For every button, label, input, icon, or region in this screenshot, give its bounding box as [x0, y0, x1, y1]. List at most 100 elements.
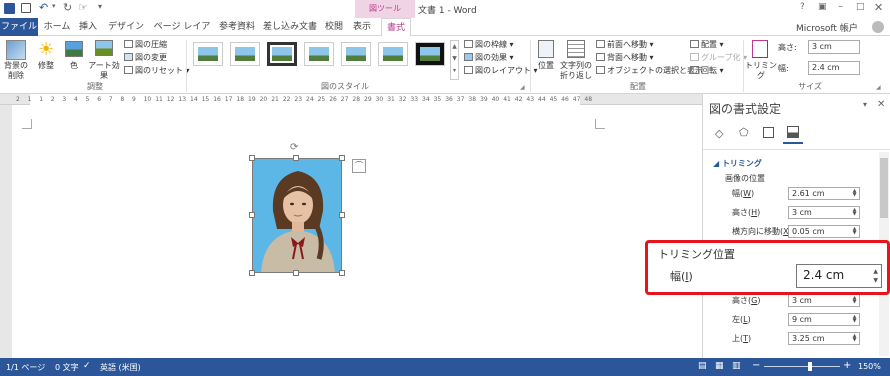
proofing-icon[interactable]: ✓: [83, 361, 91, 371]
style-thumbnail-2[interactable]: [230, 42, 260, 66]
account-name[interactable]: Microsoft 帳户: [796, 21, 858, 34]
tab-insert[interactable]: 挿入: [76, 18, 100, 36]
word-count[interactable]: 0 文字: [55, 362, 79, 373]
layout-options-icon[interactable]: ⌒: [352, 159, 366, 173]
wrap-text-button[interactable]: 文字列の 折り返し: [556, 61, 596, 81]
group-objects-button[interactable]: グループ化 ▾: [690, 52, 747, 64]
undo-dropdown-icon[interactable]: ▾: [52, 2, 56, 10]
avatar[interactable]: [872, 21, 884, 33]
close-icon[interactable]: ✕: [874, 1, 883, 14]
pane-offset-x-input[interactable]: 0.05 cm ▲ ▼: [788, 225, 860, 238]
remove-background-button[interactable]: 背景の 削除: [2, 61, 30, 81]
styles-dialog-launcher-icon[interactable]: ◢: [520, 84, 525, 91]
resize-handle[interactable]: [249, 212, 255, 218]
spinner-icon[interactable]: ▲ ▼: [851, 296, 858, 305]
resize-handle[interactable]: [293, 270, 299, 276]
zoom-slider-thumb[interactable]: [808, 362, 812, 371]
layout-properties-icon[interactable]: [763, 127, 774, 138]
picture-effects-button[interactable]: 図の効果 ▾: [464, 52, 514, 64]
callout-width-input[interactable]: 2.4 cm ▲ ▼: [796, 264, 882, 288]
send-backward-button[interactable]: 背面へ移動 ▾: [596, 52, 654, 64]
resize-handle[interactable]: [249, 155, 255, 161]
word-icon[interactable]: [4, 3, 15, 14]
spinner-icon[interactable]: ▲ ▼: [851, 227, 858, 236]
corrections-button[interactable]: 修整: [33, 61, 59, 71]
zoom-level[interactable]: 150%: [858, 362, 881, 371]
artistic-effects-button[interactable]: アート効果: [86, 61, 122, 81]
zoom-in-icon[interactable]: +: [843, 360, 851, 371]
resize-handle[interactable]: [293, 155, 299, 161]
read-mode-icon[interactable]: ▤: [698, 361, 707, 371]
selection-pane-button[interactable]: オブジェクトの選択と表示: [596, 65, 703, 77]
ribbon-display-icon[interactable]: ▣: [818, 2, 827, 12]
tab-file[interactable]: ファイル: [0, 18, 38, 36]
style-thumbnail-4[interactable]: [304, 42, 334, 66]
spinner-icon[interactable]: ▲ ▼: [851, 189, 858, 198]
selected-picture[interactable]: [252, 158, 342, 273]
spinner-icon[interactable]: ▲ ▼: [851, 334, 858, 343]
tab-view[interactable]: 表示: [350, 18, 374, 36]
tab-review[interactable]: 校閲: [322, 18, 346, 36]
tab-page-layout[interactable]: ページ レイアウト: [152, 18, 212, 50]
bring-forward-button[interactable]: 前面へ移動 ▾: [596, 39, 654, 51]
rotate-handle-icon[interactable]: ⟳: [290, 142, 298, 153]
tab-design[interactable]: デザイン: [106, 18, 146, 36]
language-indicator[interactable]: 英語 (米国): [100, 362, 141, 373]
align-button[interactable]: 配置 ▾: [690, 39, 724, 51]
style-thumbnail-1[interactable]: [193, 42, 223, 66]
resize-handle[interactable]: [339, 270, 345, 276]
pane-left-input[interactable]: 9 cm ▲ ▼: [788, 313, 860, 326]
fill-line-icon[interactable]: ◇: [715, 127, 723, 140]
compress-pictures-button[interactable]: 図の圧縮: [124, 39, 167, 51]
style-thumbnail-5[interactable]: [341, 42, 371, 66]
crop-button[interactable]: トリミング: [745, 61, 777, 81]
redo-icon[interactable]: ↻: [63, 1, 72, 14]
tab-home[interactable]: ホーム: [42, 18, 72, 36]
undo-icon[interactable]: ↶: [39, 1, 48, 14]
web-layout-icon[interactable]: ▥: [732, 361, 741, 371]
minimize-icon[interactable]: –: [838, 1, 843, 12]
picture-border-button[interactable]: 図の枠線 ▾: [464, 39, 514, 51]
reset-picture-button[interactable]: 図のリセット ▾: [124, 65, 190, 77]
help-icon[interactable]: ?: [800, 2, 805, 12]
style-thumbnail-7[interactable]: [415, 42, 445, 66]
color-button[interactable]: 色: [62, 61, 86, 71]
spinner-icon[interactable]: ▲ ▼: [851, 315, 858, 324]
zoom-out-icon[interactable]: −: [752, 360, 760, 371]
document-canvas[interactable]: ⟳ ⌒: [12, 105, 702, 358]
pane-height-input[interactable]: 3 cm ▲ ▼: [788, 206, 860, 219]
touch-mode-icon[interactable]: ☞: [78, 1, 88, 14]
crop-section-header[interactable]: ◢ トリミング: [713, 158, 762, 169]
save-icon[interactable]: [21, 3, 31, 13]
tab-format[interactable]: 書式: [381, 18, 411, 37]
effects-icon[interactable]: ⬠: [739, 126, 749, 139]
maximize-icon[interactable]: □: [856, 2, 865, 12]
style-thumbnail-3[interactable]: [267, 42, 297, 66]
pane-scrollbar-thumb[interactable]: [880, 158, 888, 218]
style-thumbnail-6[interactable]: [378, 42, 408, 66]
picture-layout-button[interactable]: 図のレイアウト ▾: [464, 65, 538, 77]
pane-width-input[interactable]: 2.61 cm ▲ ▼: [788, 187, 860, 200]
zoom-slider[interactable]: [764, 366, 840, 367]
spinner-icon[interactable]: ▲ ▼: [851, 208, 858, 217]
tab-mailings[interactable]: 差し込み文書: [262, 18, 318, 36]
print-layout-icon[interactable]: ▦: [715, 361, 724, 371]
pane-crop-height-input[interactable]: 3 cm ▲ ▼: [788, 294, 860, 307]
pane-close-icon[interactable]: ✕: [877, 99, 885, 110]
rotate-button[interactable]: 回転 ▾: [690, 65, 724, 77]
tab-references[interactable]: 参考資料: [216, 18, 258, 36]
change-picture-button[interactable]: 図の変更: [124, 52, 167, 64]
height-input[interactable]: 3 cm: [808, 40, 860, 54]
page-count[interactable]: 1/1 ページ: [6, 362, 45, 373]
customize-qat-icon[interactable]: ▾: [98, 2, 102, 11]
width-input[interactable]: 2.4 cm: [808, 61, 860, 75]
resize-handle[interactable]: [249, 270, 255, 276]
picture-icon[interactable]: [787, 126, 799, 138]
resize-handle[interactable]: [339, 212, 345, 218]
pane-options-icon[interactable]: ▾: [863, 100, 867, 109]
resize-handle[interactable]: [339, 155, 345, 161]
callout-spinner-icon[interactable]: ▲ ▼: [873, 267, 878, 285]
pane-top-input[interactable]: 3.25 cm ▲ ▼: [788, 332, 860, 345]
styles-gallery-scroll[interactable]: ▲ ▼ ▾: [450, 40, 459, 80]
size-dialog-launcher-icon[interactable]: ◢: [876, 84, 881, 91]
